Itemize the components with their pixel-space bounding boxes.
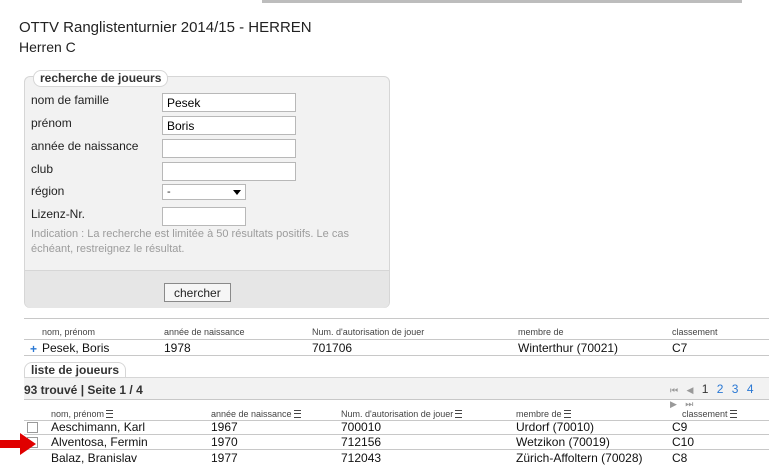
page-title: OTTV Ranglistenturnier 2014/15 - HERREN xyxy=(19,19,312,36)
row-birth-year: 1967 xyxy=(211,420,238,434)
row-ranking: C10 xyxy=(672,435,695,449)
page-link-3[interactable]: 3 xyxy=(732,382,739,396)
list-header-birth-year[interactable]: année de naissance xyxy=(211,409,301,419)
list-header-license[interactable]: Num. d'autorisation de jouer xyxy=(341,409,463,419)
red-arrow-icon xyxy=(0,433,36,455)
search-legend: recherche de joueurs xyxy=(33,70,169,87)
player-search-panel: recherche de joueurs nom de famille prén… xyxy=(24,70,390,308)
selected-license: 701706 xyxy=(312,341,353,355)
row-member: Urdorf (70010) xyxy=(516,420,595,434)
birth-year-input[interactable] xyxy=(162,139,296,158)
row-license: 712156 xyxy=(341,435,382,449)
top-divider xyxy=(262,0,742,3)
page-link-4[interactable]: 4 xyxy=(747,382,754,396)
search-hint: Indication : La recherche est limitée à … xyxy=(31,228,349,255)
club-input[interactable] xyxy=(162,162,296,181)
pagination: ⏮ ◀ 1 2 3 4 ▶ ⏭ xyxy=(670,382,769,410)
divider xyxy=(24,399,769,400)
region-select-value: - xyxy=(167,186,171,198)
sort-icon[interactable] xyxy=(455,409,463,418)
row-license: 700010 xyxy=(341,420,382,434)
region-select[interactable]: - xyxy=(162,184,246,200)
row-member: Wetzikon (70019) xyxy=(516,435,610,449)
selected-ranking: C7 xyxy=(672,341,688,355)
last-name-label: nom de famille xyxy=(31,93,110,107)
row-name[interactable]: Aeschimann, Karl xyxy=(51,420,145,434)
list-header-member[interactable]: membre de xyxy=(516,409,571,419)
row-name[interactable]: Balaz, Branislav xyxy=(51,451,137,465)
selected-header-birth-year: année de naissance xyxy=(164,327,245,337)
divider xyxy=(24,449,769,450)
club-label: club xyxy=(31,162,54,176)
plus-icon[interactable]: + xyxy=(30,342,37,356)
row-name[interactable]: Alventosa, Fermin xyxy=(51,435,148,449)
selected-name: Pesek, Boris xyxy=(42,341,110,355)
license-label: Lizenz-Nr. xyxy=(31,207,86,221)
row-license: 712043 xyxy=(341,451,382,465)
last-page-icon[interactable]: ⏭ xyxy=(685,399,693,409)
player-list-toolbar: 93 trouvé | Seite 1 / 4 ⏮ ◀ 1 2 3 4 ▶ ⏭ xyxy=(24,377,769,409)
license-input[interactable] xyxy=(162,207,246,226)
list-header-name[interactable]: nom, prénom xyxy=(51,409,114,419)
last-name-input[interactable] xyxy=(162,93,296,112)
row-ranking: C8 xyxy=(672,451,688,465)
first-name-input[interactable] xyxy=(162,116,296,135)
page-subtitle: Herren C xyxy=(19,39,76,55)
search-button[interactable]: chercher xyxy=(164,283,231,302)
region-label: région xyxy=(31,184,65,198)
prev-page-icon[interactable]: ◀ xyxy=(686,385,693,395)
birth-year-label: année de naissance xyxy=(31,139,139,153)
divider xyxy=(24,339,769,340)
selected-header-member: membre de xyxy=(518,327,564,337)
row-member: Zürich-Affoltern (70028) xyxy=(516,451,643,465)
sort-icon[interactable] xyxy=(293,409,301,418)
next-page-icon[interactable]: ▶ xyxy=(670,399,677,409)
selected-member: Winterthur (70021) xyxy=(518,341,619,355)
first-page-icon[interactable]: ⏮ xyxy=(670,385,678,395)
selected-header-license: Num. d'autorisation de jouer xyxy=(312,327,425,337)
search-button-area: chercher xyxy=(25,270,389,308)
divider xyxy=(24,318,769,319)
row-birth-year: 1977 xyxy=(211,451,238,465)
result-count: 93 trouvé | Seite 1 / 4 xyxy=(24,383,143,397)
row-birth-year: 1970 xyxy=(211,435,238,449)
player-list-legend: liste de joueurs xyxy=(24,362,127,377)
selected-header-name: nom, prénom xyxy=(42,327,96,337)
first-name-label: prénom xyxy=(31,116,72,130)
sort-icon[interactable] xyxy=(729,409,737,418)
sort-icon[interactable] xyxy=(563,409,571,418)
selected-birth-year: 1978 xyxy=(164,341,191,355)
row-checkbox[interactable] xyxy=(27,422,38,433)
page-link-2[interactable]: 2 xyxy=(717,382,724,396)
selected-header-ranking: classement xyxy=(672,327,718,337)
divider xyxy=(24,355,769,356)
page-link-1[interactable]: 1 xyxy=(702,382,709,396)
sort-icon[interactable] xyxy=(106,409,114,418)
row-ranking: C9 xyxy=(672,420,688,434)
list-header-ranking[interactable]: classement xyxy=(682,409,737,419)
chevron-down-icon xyxy=(233,190,241,195)
